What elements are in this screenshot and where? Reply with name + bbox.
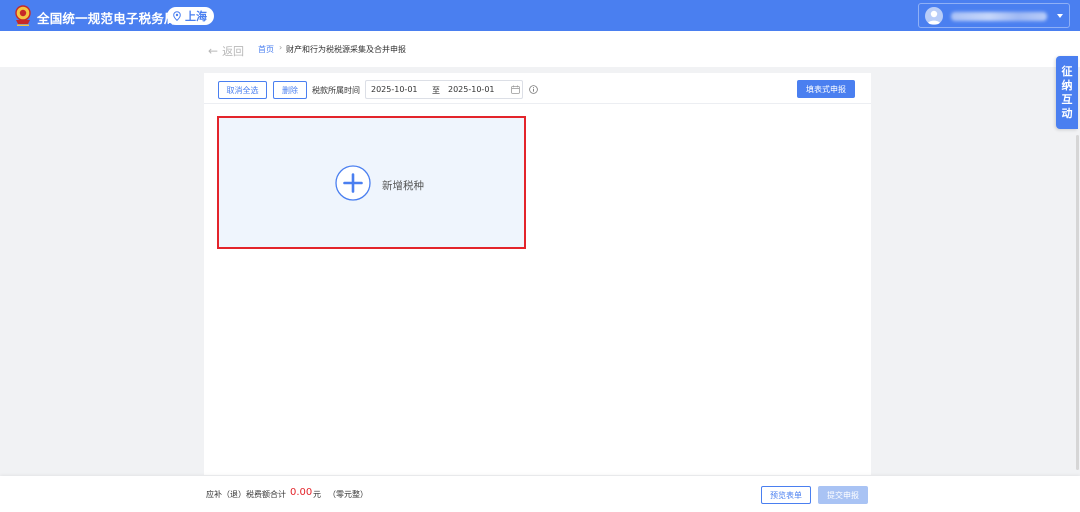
page-scrollbar[interactable] [1076,135,1079,470]
total-tax-label: 应补（退）税费额合计 [206,490,286,499]
top-navigation-bar: 全国统一规范电子税务局 上海 [0,0,1080,31]
date-to-input[interactable]: 2025-10-01 [448,85,495,94]
side-tab-char: 征 [1061,65,1073,78]
calendar-icon[interactable] [511,85,520,94]
submit-declaration-button[interactable]: 提交申报 [818,486,868,504]
date-range-separator: 至 [432,86,440,95]
side-tab-char: 动 [1061,107,1073,120]
breadcrumb-current: 财产和行为税税源采集及合并申报 [286,45,406,54]
add-tax-type-card[interactable]: 新增税种 [217,116,526,249]
arrow-left-icon: ← [208,44,219,58]
site-title[interactable]: 全国统一规范电子税务局 [37,8,177,27]
region-selector[interactable]: 上海 [167,7,214,25]
cancel-select-all-button[interactable]: 取消全选 [218,81,267,99]
breadcrumb-bar [0,31,1080,67]
region-label: 上海 [185,10,207,23]
user-name-redacted [951,12,1047,21]
breadcrumb-separator: › [279,43,283,52]
footer-bar [0,476,1080,512]
caret-down-icon[interactable] [1057,14,1063,18]
plus-circle-icon[interactable] [335,165,371,201]
breadcrumb-home-link[interactable]: 首页 [258,44,274,55]
currency-unit: 元 [313,490,321,499]
add-tax-type-label: 新增税种 [382,180,424,192]
taxpayer-interaction-tab[interactable]: 征 纳 互 动 [1056,56,1078,129]
location-pin-icon [173,11,181,21]
preview-form-button[interactable]: 预览表单 [761,486,811,504]
tax-period-label: 税款所属时间 [312,86,360,95]
info-circle-icon[interactable] [529,85,538,94]
tax-period-date-range[interactable]: 2025-10-01 至 2025-10-01 [365,80,523,99]
user-menu[interactable] [918,3,1070,28]
amount-in-words: （零元整） [328,490,368,499]
total-tax-amount: 0.00 [290,487,313,498]
user-avatar-icon [925,7,943,25]
back-label: 返回 [222,45,245,58]
fill-form-declare-button[interactable]: 填表式申报 [797,80,855,98]
tax-emblem-icon[interactable] [13,4,33,27]
back-button[interactable]: ← 返回 [208,43,244,59]
date-from-input[interactable]: 2025-10-01 [371,85,418,94]
side-tab-char: 纳 [1061,79,1073,92]
delete-button[interactable]: 删除 [273,81,307,99]
side-tab-char: 互 [1061,93,1073,106]
toolbar-divider [204,103,871,104]
